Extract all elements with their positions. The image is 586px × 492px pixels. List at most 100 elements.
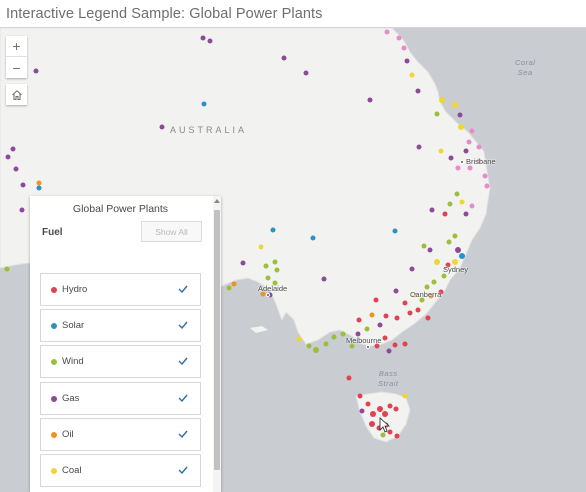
plant-dot bbox=[434, 111, 440, 117]
legend-item-label: Gas bbox=[62, 393, 80, 404]
plant-dot bbox=[270, 227, 276, 233]
plant-dot bbox=[421, 243, 427, 249]
gas-swatch bbox=[51, 396, 57, 402]
plant-dot bbox=[207, 38, 213, 44]
plant-dot bbox=[469, 128, 475, 134]
plant-dot bbox=[382, 411, 388, 417]
plant-dot bbox=[392, 228, 398, 234]
scroll-thumb[interactable] bbox=[214, 210, 220, 470]
oil-swatch bbox=[51, 432, 57, 438]
zoom-controls: + − bbox=[6, 36, 27, 78]
plant-dot bbox=[323, 341, 329, 347]
plant-dot bbox=[394, 433, 400, 439]
check-icon bbox=[178, 394, 188, 403]
plant-dot bbox=[402, 341, 408, 347]
wind-swatch bbox=[51, 359, 57, 365]
zoom-in-button[interactable]: + bbox=[6, 36, 27, 57]
plant-dot bbox=[5, 154, 11, 160]
plant-dot bbox=[452, 102, 458, 108]
legend-item-hydro[interactable]: Hydro bbox=[40, 273, 201, 306]
legend-item-label: Wind bbox=[62, 356, 84, 367]
sea-label-coral: Coral Sea bbox=[515, 58, 535, 78]
legend-item-wind[interactable]: Wind bbox=[40, 345, 201, 378]
check-icon bbox=[178, 285, 188, 294]
plant-dot bbox=[402, 300, 408, 306]
sea-label-bass-line2: Strait bbox=[378, 379, 399, 388]
plant-dot bbox=[393, 288, 399, 294]
plant-dot bbox=[226, 285, 232, 291]
plant-dot bbox=[446, 239, 452, 245]
check-icon bbox=[178, 466, 188, 475]
show-all-button[interactable]: Show All bbox=[141, 221, 202, 242]
home-icon bbox=[11, 89, 22, 100]
plant-dot bbox=[439, 97, 445, 103]
plant-dot bbox=[427, 247, 433, 253]
plant-dot bbox=[394, 315, 400, 321]
legend-item-label: Oil bbox=[62, 429, 74, 440]
plant-dot bbox=[384, 29, 390, 35]
plant-dot bbox=[370, 411, 376, 417]
legend-item-label: Coal bbox=[62, 465, 82, 476]
plant-dot bbox=[458, 124, 464, 130]
city-label-brisbane: Brisbane bbox=[466, 157, 496, 166]
plant-dot bbox=[459, 199, 465, 205]
plant-dot bbox=[382, 335, 388, 341]
legend-title: Global Power Plants bbox=[72, 203, 169, 215]
plant-dot bbox=[20, 182, 26, 188]
legend-item-oil[interactable]: Oil bbox=[40, 418, 201, 451]
city-marker-melbourne bbox=[366, 345, 370, 349]
plant-dot bbox=[274, 267, 280, 273]
plant-dot bbox=[441, 273, 447, 279]
home-button[interactable] bbox=[6, 84, 27, 105]
plant-dot bbox=[240, 260, 246, 266]
plant-dot bbox=[448, 155, 454, 161]
plant-dot bbox=[377, 406, 383, 412]
plant-dot bbox=[369, 421, 375, 427]
plant-dot bbox=[409, 72, 415, 78]
plant-dot bbox=[200, 35, 206, 41]
plant-dot bbox=[383, 313, 389, 319]
plant-dot bbox=[357, 393, 363, 399]
plant-dot bbox=[431, 279, 437, 285]
sea-label-coral-line1: Coral bbox=[515, 58, 536, 67]
legend-field-label: Fuel bbox=[42, 227, 63, 238]
plant-dot bbox=[364, 326, 370, 332]
zoom-out-button[interactable]: − bbox=[6, 57, 27, 78]
legend-scrollbar[interactable] bbox=[213, 196, 221, 492]
app-title: Interactive Legend Sample: Global Power … bbox=[6, 6, 323, 22]
plant-dot bbox=[416, 144, 422, 150]
legend-item-gas[interactable]: Gas bbox=[40, 382, 201, 415]
plant-dot bbox=[469, 203, 475, 209]
hydro-swatch bbox=[51, 287, 57, 293]
plant-dot bbox=[231, 281, 237, 287]
city-label-adelaide: Adelaide bbox=[258, 284, 288, 293]
legend-item-coal[interactable]: Coal bbox=[40, 454, 201, 487]
plant-dot bbox=[19, 207, 25, 213]
plant-dot bbox=[367, 97, 373, 103]
legend-panel: Global Power Plants Fuel Show All Hydro … bbox=[30, 196, 221, 492]
plant-dot bbox=[409, 266, 415, 272]
plant-dot bbox=[306, 343, 312, 349]
plant-dot bbox=[387, 403, 393, 409]
scroll-up-arrow-icon[interactable] bbox=[214, 199, 220, 203]
city-label-melbourne: Melbourne bbox=[346, 336, 382, 345]
plant-dot bbox=[258, 244, 264, 250]
sea-label-coral-line2: Sea bbox=[517, 68, 533, 77]
plant-dot bbox=[404, 58, 410, 64]
check-icon bbox=[178, 357, 188, 366]
plant-dot bbox=[331, 334, 337, 340]
plant-dot bbox=[313, 347, 319, 353]
plant-dot bbox=[296, 336, 302, 342]
plant-dot bbox=[303, 70, 309, 76]
plant-dot bbox=[310, 235, 316, 241]
plant-dot bbox=[415, 88, 421, 94]
legend-item-solar[interactable]: Solar bbox=[40, 309, 201, 342]
plant-dot bbox=[447, 201, 453, 207]
plant-dot bbox=[476, 144, 482, 150]
plant-dot bbox=[346, 375, 352, 381]
plant-dot bbox=[402, 393, 408, 399]
plant-dot bbox=[482, 173, 488, 179]
plant-dot bbox=[281, 55, 287, 61]
plant-dot bbox=[359, 408, 365, 414]
app-header: Interactive Legend Sample: Global Power … bbox=[0, 0, 586, 28]
